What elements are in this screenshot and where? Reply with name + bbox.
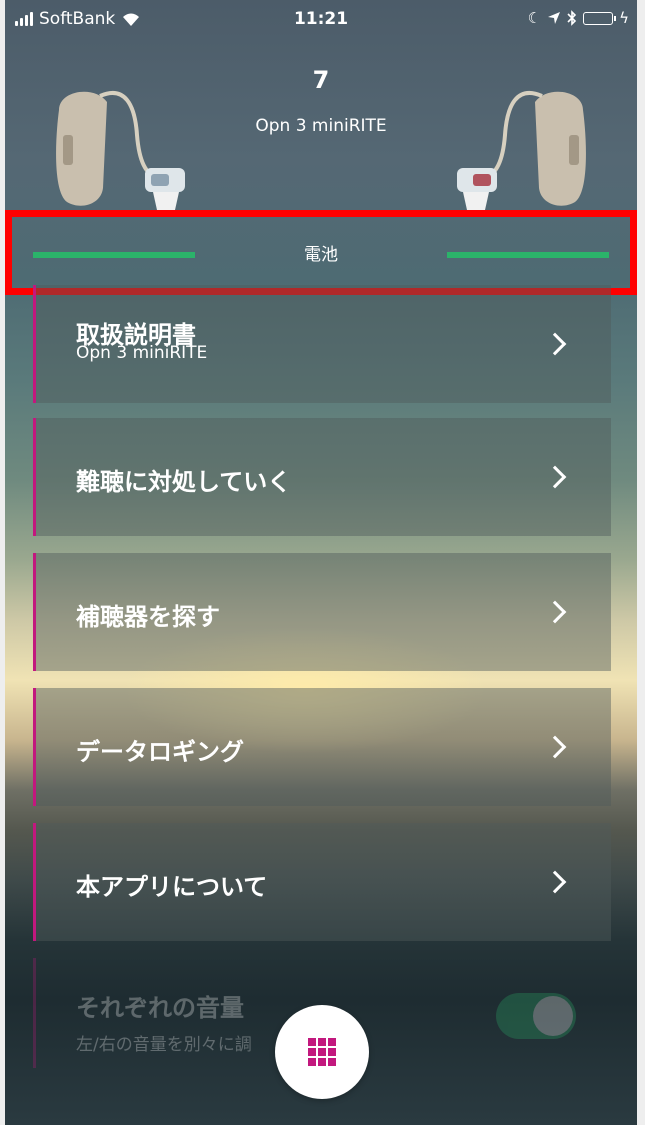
bluetooth-icon xyxy=(567,10,577,26)
right-hearing-aid-image xyxy=(457,91,586,210)
menu-fab-button[interactable] xyxy=(275,1005,369,1099)
do-not-disturb-icon: ☾ xyxy=(527,9,542,27)
chevron-right-icon xyxy=(543,465,567,489)
menu-item-user-manual[interactable]: 取扱説明書 Opn 3 miniRITE xyxy=(33,285,611,403)
highlight-frame xyxy=(5,210,637,295)
battery-status-row: 電池 xyxy=(5,210,637,295)
menu-item-title: 補聴器を探す xyxy=(76,603,220,631)
device-number: 7 xyxy=(312,66,330,94)
battery-status-icon xyxy=(583,11,617,25)
app-screen: SoftBank 11:21 ☾ ϟ 7 Opn 3 miniRITE 電池 取… xyxy=(5,0,637,1125)
separate-volume-toggle xyxy=(496,993,576,1039)
charging-icon: ϟ xyxy=(619,9,629,27)
grid-menu-icon xyxy=(308,1038,336,1066)
menu-item-title: 本アプリについて xyxy=(76,873,268,901)
chevron-right-icon xyxy=(543,735,567,759)
setting-subtitle: 左/右の音量を別々に調 xyxy=(76,1035,252,1055)
menu-item-data-logging[interactable]: データロギング xyxy=(33,688,611,806)
menu-item-about-app[interactable]: 本アプリについて xyxy=(33,823,611,941)
left-hearing-aid-image xyxy=(56,91,185,210)
menu-item-title: データロギング xyxy=(76,738,244,766)
location-icon xyxy=(548,12,561,24)
chevron-right-icon xyxy=(543,332,567,356)
chevron-right-icon xyxy=(543,870,567,894)
chevron-right-icon xyxy=(543,600,567,624)
device-model: Opn 3 miniRITE xyxy=(255,116,387,136)
status-bar: SoftBank 11:21 ☾ ϟ xyxy=(5,0,637,40)
menu-item-find-hearing-aid[interactable]: 補聴器を探す xyxy=(33,553,611,671)
menu-item-hearing-loss[interactable]: 難聴に対処していく xyxy=(33,418,611,536)
setting-title: それぞれの音量 xyxy=(76,994,244,1022)
menu-item-title: 難聴に対処していく xyxy=(76,468,292,496)
status-icons: ☾ ϟ xyxy=(528,9,629,27)
menu-item-subtitle: Opn 3 miniRITE xyxy=(76,343,208,363)
